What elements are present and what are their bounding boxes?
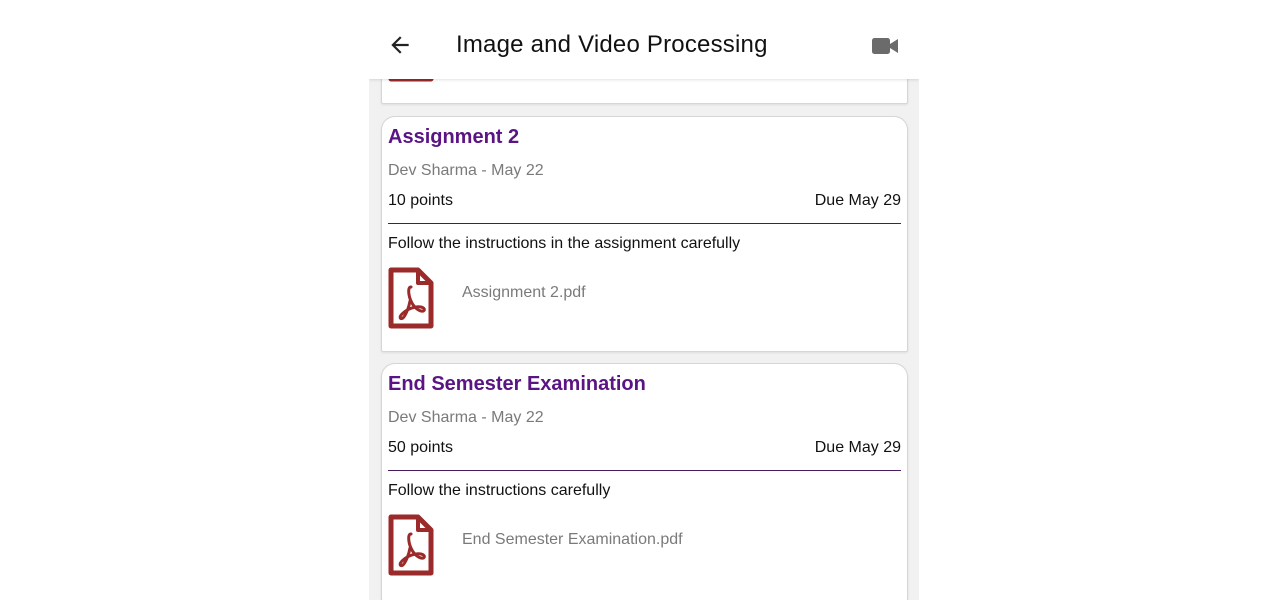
assignment-card[interactable]: End Semester Examination Dev Sharma - Ma… [381, 363, 908, 600]
assignment-title[interactable]: End Semester Examination [388, 373, 646, 396]
assignment-due-date: Due May 29 [814, 439, 901, 456]
pdf-file-icon [388, 514, 434, 576]
assignment-points: 50 points [388, 439, 453, 456]
assignment-meta: Dev Sharma - May 22 [388, 409, 544, 426]
app-bar: Image and Video Processing [369, 0, 919, 79]
back-button[interactable] [387, 32, 413, 58]
card-divider [388, 223, 901, 224]
video-call-button[interactable] [872, 36, 899, 56]
page-title: Image and Video Processing [456, 31, 768, 58]
assignment-points: 10 points [388, 192, 453, 209]
video-camera-icon [872, 38, 898, 54]
assignment-title[interactable]: Assignment 2 [388, 126, 519, 149]
assignment-card[interactable]: Assignment 2 Dev Sharma - May 22 10 poin… [381, 116, 908, 352]
attachment-filename: End Semester Examination.pdf [462, 531, 683, 548]
assignment-due-date: Due May 29 [814, 192, 901, 209]
assignment-description: Follow the instructions carefully [388, 482, 611, 499]
attachment-item[interactable]: Assignment 2.pdf [388, 267, 898, 329]
arrow-left-icon [391, 36, 409, 54]
attachment-filename: Assignment 2.pdf [462, 284, 586, 301]
assignment-meta: Dev Sharma - May 22 [388, 162, 544, 179]
phone-screen: Image and Video Processing Assignment 2 … [369, 0, 919, 600]
pdf-file-icon [388, 267, 434, 329]
attachment-item[interactable]: End Semester Examination.pdf [388, 514, 898, 576]
assignment-description: Follow the instructions in the assignmen… [388, 235, 741, 252]
card-divider [388, 470, 901, 471]
